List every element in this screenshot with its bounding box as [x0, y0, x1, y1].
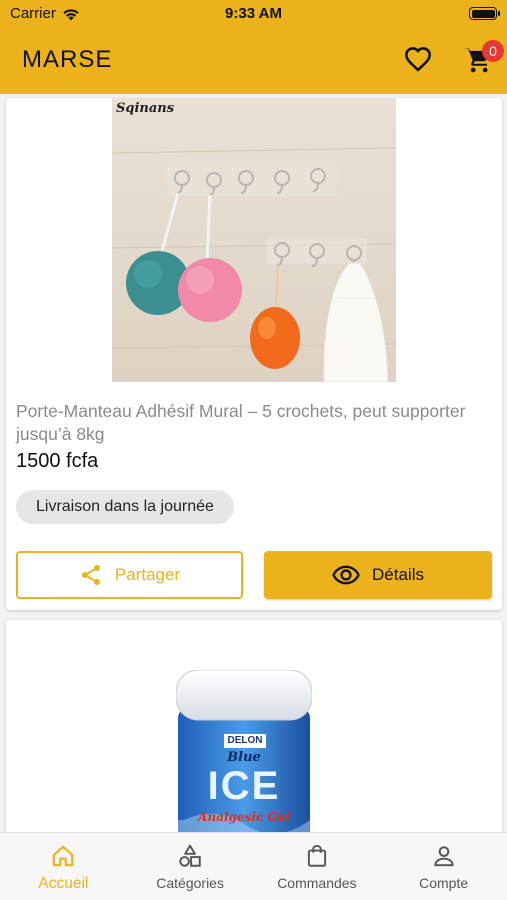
share-label: Partager: [114, 565, 181, 584]
app-title: MARSE: [22, 46, 113, 73]
jar-product-label: ICE: [207, 764, 281, 808]
status-bar: Carrier 9:33 AM: [0, 0, 507, 28]
tab-label: Compte: [419, 875, 469, 891]
tab-commandes[interactable]: Commandes: [254, 833, 381, 900]
app-bar: MARSE 0: [0, 28, 507, 94]
tab-label: Catégories: [156, 875, 224, 891]
cart-count-badge: 0: [482, 40, 504, 62]
categories-icon: [179, 844, 201, 867]
tab-accueil[interactable]: Accueil: [0, 833, 127, 900]
wall-hooks-illustration: [112, 147, 396, 382]
product-price: 1500 fcfa: [16, 450, 99, 472]
bottom-tab-bar: Accueil Catégories Commandes Compte: [0, 832, 507, 900]
product-card[interactable]: DELON Blue ICE Analgesic Gel: [6, 620, 502, 832]
tab-compte[interactable]: Compte: [380, 833, 507, 900]
share-button[interactable]: Partager: [16, 551, 243, 599]
product-image[interactable]: DELON Blue ICE Analgesic Gel: [175, 669, 313, 832]
product-image[interactable]: Sqinans: [112, 98, 396, 382]
tab-label: Commandes: [277, 875, 357, 891]
product-card[interactable]: Sqinans Porte-Manteau Adhésif Mural – 5 …: [6, 98, 502, 610]
person-icon: [433, 846, 454, 867]
favorites-heart-icon[interactable]: [404, 46, 432, 74]
jar-subtitle-label: Analgesic Gel: [198, 810, 290, 824]
product-name[interactable]: Porte-Manteau Adhésif Mural – 5 crochets…: [16, 400, 492, 446]
home-icon: [53, 845, 74, 867]
tab-categories[interactable]: Catégories: [127, 833, 254, 900]
details-label: Détails: [372, 565, 424, 584]
clock: 9:33 AM: [225, 5, 282, 22]
image-brand-watermark: Sqinans: [116, 101, 175, 116]
tab-label: Accueil: [38, 875, 89, 892]
battery-icon: [469, 7, 500, 20]
share-icon: [81, 565, 100, 585]
details-button[interactable]: Détails: [264, 551, 492, 599]
shopping-bag-icon: [307, 844, 326, 867]
product-list[interactable]: Sqinans Porte-Manteau Adhésif Mural – 5 …: [0, 94, 507, 832]
eye-icon: [332, 565, 360, 585]
delivery-chip: Livraison dans la journée: [16, 490, 234, 524]
jar-brand-label: DELON: [227, 735, 263, 746]
jar-line-label: Blue: [227, 750, 261, 765]
